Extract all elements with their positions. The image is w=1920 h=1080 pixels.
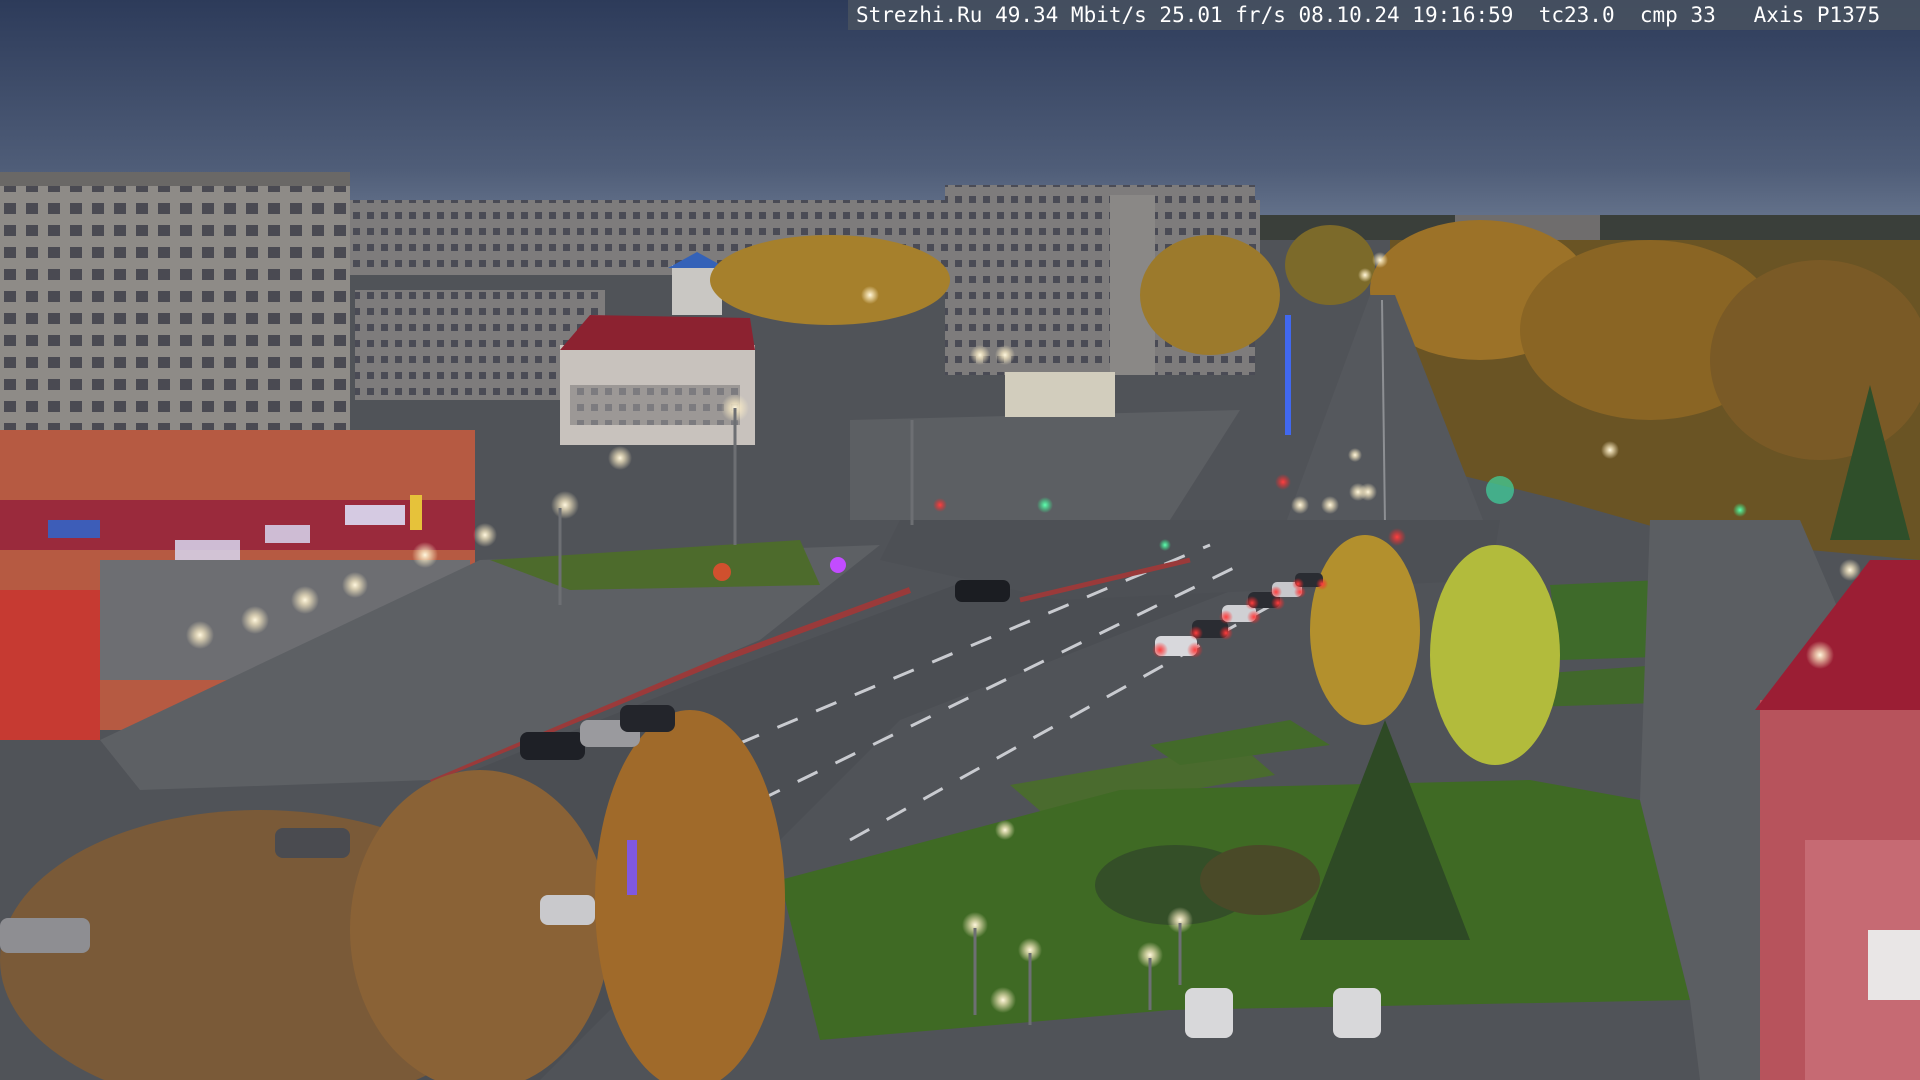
city-street-scene	[0, 0, 1920, 1080]
camera-info-overlay: Strezhi.Ru 49.34 Mbit/s 25.01 fr/s 08.10…	[848, 0, 1920, 30]
shop-red-corner	[0, 590, 100, 740]
tree-yellow-green	[1430, 545, 1560, 765]
tree-yellow-mid	[1310, 535, 1420, 725]
small-pavilion	[1005, 372, 1115, 417]
autumn-trees-mid	[710, 235, 950, 325]
foreground-tree-orange	[595, 710, 785, 1080]
webcam-frame: Strezhi.Ru 49.34 Mbit/s 25.01 fr/s 08.10…	[0, 0, 1920, 1080]
